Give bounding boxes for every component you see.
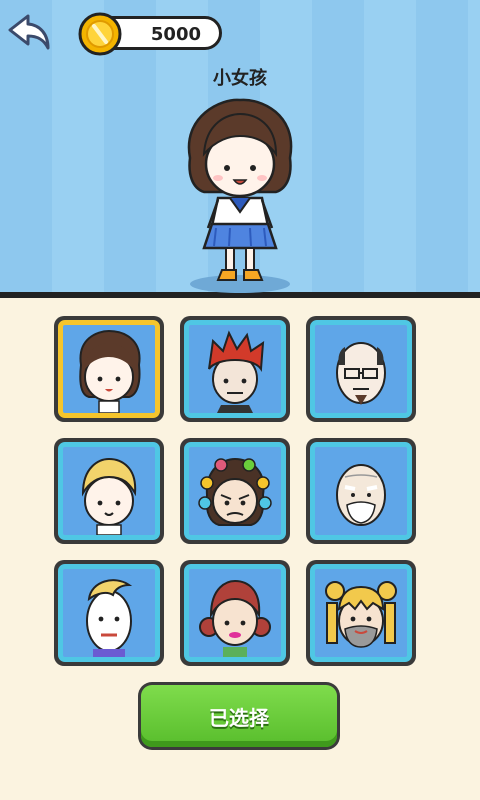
character-card-bald-man-glasses[interactable] (306, 316, 416, 422)
little-girl-figure (187, 98, 293, 293)
bearded-odango-portrait (325, 581, 397, 648)
card-frame (310, 564, 412, 662)
character-card-punk-boy[interactable] (180, 316, 290, 422)
card-frame (310, 320, 412, 418)
character-card-old-grandpa[interactable] (306, 438, 416, 544)
character-card-angry-auntie[interactable] (180, 438, 290, 544)
coin-amount: 5000 (150, 24, 201, 45)
quiff-guy-portrait (86, 579, 133, 657)
back-button[interactable] (6, 10, 54, 54)
character-name: 小女孩 (213, 68, 267, 89)
character-card-blonde-boy[interactable] (54, 438, 164, 544)
red-hair-girl-portrait (199, 579, 271, 657)
old-grandpa-portrait (336, 464, 386, 526)
card-frame (310, 442, 412, 540)
card-frame (184, 564, 286, 662)
card-frame (58, 564, 160, 662)
character-card-red-hair-girl[interactable] (180, 560, 290, 666)
confirm-button-label: 已选择 (141, 685, 337, 747)
confirm-selected-button[interactable]: 已选择 (138, 682, 340, 750)
back-arrow-icon (8, 14, 50, 50)
character-card-bearded-odango-man[interactable] (306, 560, 416, 666)
card-frame (58, 320, 160, 418)
coin-counter: 5000 (78, 12, 222, 56)
card-frame (184, 320, 286, 418)
card-frame (184, 442, 286, 540)
bald-man-portrait (336, 342, 386, 405)
little-girl-portrait (79, 329, 141, 413)
blonde-boy-portrait (81, 457, 137, 535)
character-preview-stage: 5000 小女孩 (0, 0, 480, 298)
character-card-little-girl[interactable] (54, 316, 164, 422)
punk-boy-portrait (208, 330, 265, 413)
card-frame (58, 442, 160, 540)
gold-coin-icon (78, 12, 122, 56)
character-grid (54, 316, 426, 668)
angry-auntie-portrait (198, 457, 272, 526)
character-card-quiff-guy[interactable] (54, 560, 164, 666)
